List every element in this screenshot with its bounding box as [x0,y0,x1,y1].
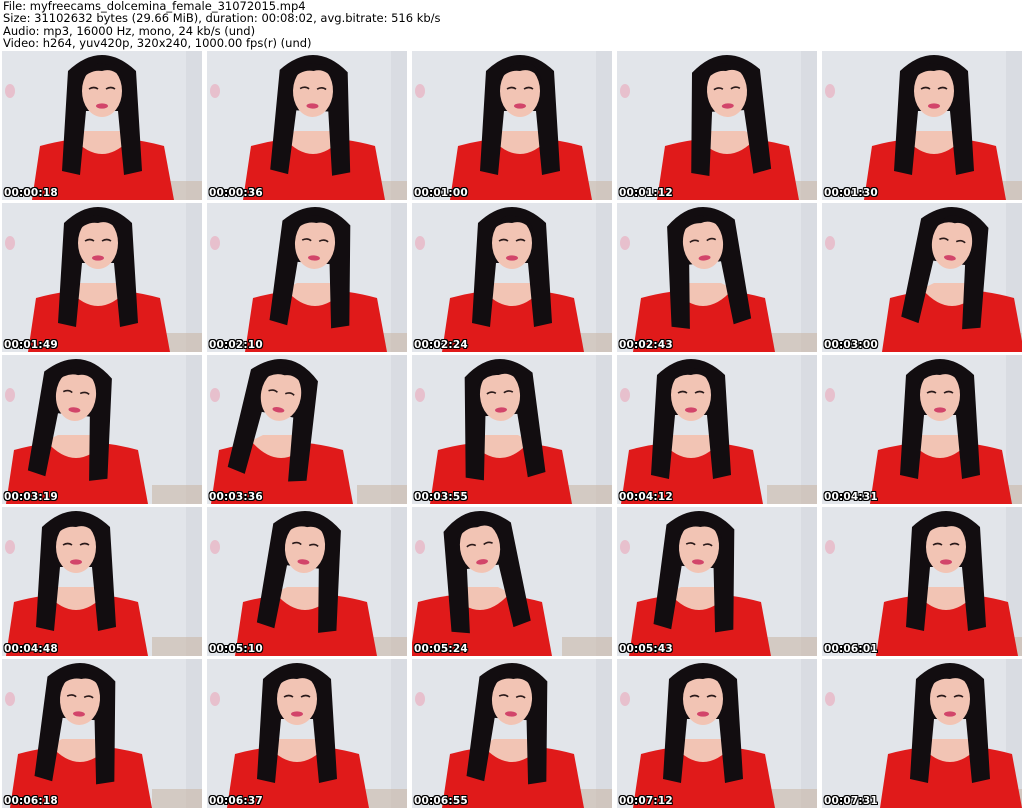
frame-timestamp: 00:02:43 [619,339,673,351]
thumbnail-image [412,659,612,808]
frame-timestamp: 00:01:49 [4,339,58,351]
thumbnail-image [207,507,407,656]
thumbnail-image [822,355,1022,504]
thumbnail-image [2,507,202,656]
frame-timestamp: 00:04:12 [619,491,673,503]
frame-timestamp: 00:03:00 [824,339,878,351]
video-thumbnail: 00:06:55 [412,659,612,808]
frame-timestamp: 00:05:10 [209,643,263,655]
thumbnail-image [617,203,817,352]
video-info-line: Video: h264, yuv420p, 320x240, 1000.00 f… [3,35,312,50]
video-thumbnail: 00:05:43 [617,507,817,656]
video-thumbnail: 00:01:00 [412,51,612,200]
frame-timestamp: 00:04:31 [824,491,878,503]
thumbnail-image [2,659,202,808]
video-thumbnail: 00:06:37 [207,659,407,808]
video-thumbnail: 00:03:00 [822,203,1022,352]
video-thumbnail: 00:07:31 [822,659,1022,808]
frame-timestamp: 00:01:12 [619,187,673,199]
media-info-header: File: myfreecams_dolcemina_female_310720… [3,0,1021,50]
video-thumbnail: 00:02:43 [617,203,817,352]
thumbnail-image [207,203,407,352]
video-thumbnail: 00:04:12 [617,355,817,504]
frame-timestamp: 00:06:37 [209,795,263,807]
thumbnail-image [412,203,612,352]
frame-timestamp: 00:06:55 [414,795,468,807]
video-thumbnail: 00:02:10 [207,203,407,352]
thumbnail-image [412,355,612,504]
video-thumbnail: 00:00:36 [207,51,407,200]
thumbnail-image [822,51,1022,200]
thumbnail-image [617,507,817,656]
frame-timestamp: 00:07:12 [619,795,673,807]
video-thumbnail: 00:03:19 [2,355,202,504]
video-thumbnail: 00:05:24 [412,507,612,656]
video-thumbnail: 00:05:10 [207,507,407,656]
video-thumbnail: 00:04:31 [822,355,1022,504]
thumbnail-image [822,507,1022,656]
thumbnail-image [2,355,202,504]
frame-timestamp: 00:06:01 [824,643,878,655]
video-thumbnail: 00:01:49 [2,203,202,352]
video-thumbnail: 00:03:55 [412,355,612,504]
thumbnail-image [412,51,612,200]
thumbnail-image [2,51,202,200]
thumbnail-image [822,203,1022,352]
frame-timestamp: 00:05:24 [414,643,468,655]
video-thumbnail: 00:01:30 [822,51,1022,200]
frame-timestamp: 00:01:30 [824,187,878,199]
video-thumbnail: 00:01:12 [617,51,817,200]
thumbnail-image [617,659,817,808]
thumbnail-image [207,659,407,808]
frame-timestamp: 00:03:36 [209,491,263,503]
thumbnail-image [2,203,202,352]
thumbnail-image [412,507,612,656]
video-thumbnail: 00:07:12 [617,659,817,808]
frame-timestamp: 00:00:18 [4,187,58,199]
video-thumbnail: 00:06:01 [822,507,1022,656]
frame-timestamp: 00:07:31 [824,795,878,807]
thumbnail-image [617,355,817,504]
thumbnail-image [207,355,407,504]
thumbnail-image [207,51,407,200]
thumbnail-image [822,659,1022,808]
thumbnail-grid: 00:00:18 00:00:36 00:01:00 00:01:12 00:01:30… [2,51,1022,811]
frame-timestamp: 00:00:36 [209,187,263,199]
frame-timestamp: 00:02:24 [414,339,468,351]
frame-timestamp: 00:03:19 [4,491,58,503]
video-thumbnail: 00:02:24 [412,203,612,352]
thumbnail-image [617,51,817,200]
frame-timestamp: 00:02:10 [209,339,263,351]
video-thumbnail: 00:03:36 [207,355,407,504]
file-size-line: Size: 31102632 bytes (29.66 MiB), durati… [3,11,441,26]
frame-timestamp: 00:05:43 [619,643,673,655]
frame-timestamp: 00:03:55 [414,491,468,503]
video-thumbnail: 00:06:18 [2,659,202,808]
frame-timestamp: 00:04:48 [4,643,58,655]
video-thumbnail: 00:00:18 [2,51,202,200]
frame-timestamp: 00:01:00 [414,187,468,199]
frame-timestamp: 00:06:18 [4,795,58,807]
video-thumbnail: 00:04:48 [2,507,202,656]
